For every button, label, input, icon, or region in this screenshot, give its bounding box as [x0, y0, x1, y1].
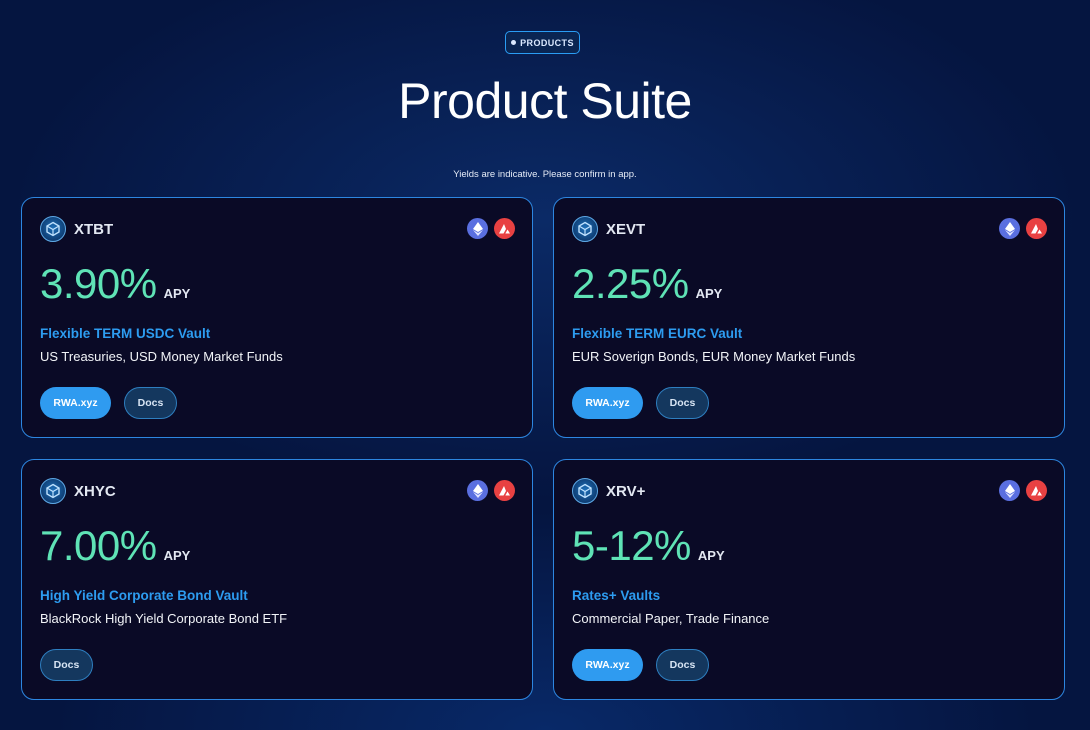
- rwa-xyz-button[interactable]: RWA.xyz: [40, 387, 111, 419]
- rwa-xyz-button[interactable]: RWA.xyz: [572, 649, 643, 681]
- apy-value: 5-12%: [572, 522, 691, 569]
- apy-row: 5-12% APY: [572, 522, 725, 570]
- chain-list: [999, 480, 1047, 501]
- apy-label: APY: [163, 548, 191, 563]
- ticker-label: XHYC: [74, 482, 116, 500]
- yield-disclaimer: Yields are indicative. Please confirm in…: [453, 169, 637, 180]
- ticker-label: XRV+: [606, 482, 646, 500]
- badge-dot-icon: [511, 40, 517, 45]
- card-header: XHYC: [40, 478, 116, 504]
- ticker-label: XEVT: [606, 220, 646, 238]
- products-badge: PRODUCTS: [505, 31, 580, 54]
- card-actions: RWA.xyz Docs: [572, 649, 709, 681]
- card-header: XTBT: [40, 216, 113, 242]
- ethereum-icon: [467, 480, 488, 501]
- badge-label: PRODUCTS: [520, 37, 574, 48]
- apy-value: 3.90%: [40, 260, 157, 307]
- docs-button[interactable]: Docs: [656, 649, 709, 681]
- apy-row: 3.90% APY: [40, 260, 190, 308]
- apy-label: APY: [695, 286, 723, 301]
- apy-value: 2.25%: [572, 260, 689, 307]
- card-header: XEVT: [572, 216, 645, 242]
- product-card-xtbt: XTBT 3.90% APY Flexible TERM USDC Vault …: [21, 197, 533, 438]
- vault-token-icon: [572, 216, 598, 242]
- avalanche-icon: [494, 218, 515, 239]
- vault-name: Flexible TERM EURC Vault: [572, 326, 743, 341]
- card-actions: Docs: [40, 649, 93, 681]
- rwa-xyz-button[interactable]: RWA.xyz: [572, 387, 643, 419]
- card-actions: RWA.xyz Docs: [572, 387, 709, 419]
- vault-description: Commercial Paper, Trade Finance: [572, 611, 770, 626]
- apy-row: 7.00% APY: [40, 522, 190, 570]
- product-card-xrv-plus: XRV+ 5-12% APY Rates+ Vaults Commercial …: [553, 459, 1065, 700]
- ethereum-icon: [467, 218, 488, 239]
- vault-description: BlackRock High Yield Corporate Bond ETF: [40, 611, 288, 626]
- card-actions: RWA.xyz Docs: [40, 387, 177, 419]
- vault-token-icon: [40, 478, 66, 504]
- card-header: XRV+: [572, 478, 645, 504]
- ticker-label: XTBT: [74, 220, 114, 238]
- docs-button[interactable]: Docs: [656, 387, 709, 419]
- chain-list: [467, 218, 515, 239]
- ethereum-icon: [999, 218, 1020, 239]
- apy-label: APY: [697, 548, 725, 563]
- avalanche-icon: [494, 480, 515, 501]
- vault-name: High Yield Corporate Bond Vault: [40, 588, 248, 603]
- apy-value: 7.00%: [40, 522, 157, 569]
- ethereum-icon: [999, 480, 1020, 501]
- apy-row: 2.25% APY: [572, 260, 722, 308]
- apy-label: APY: [163, 286, 191, 301]
- docs-button[interactable]: Docs: [124, 387, 177, 419]
- chain-list: [467, 480, 515, 501]
- vault-description: EUR Soverign Bonds, EUR Money Market Fun…: [572, 349, 856, 364]
- product-card-xevt: XEVT 2.25% APY Flexible TERM EURC Vault …: [553, 197, 1065, 438]
- vault-name: Rates+ Vaults: [572, 588, 661, 603]
- avalanche-icon: [1026, 480, 1047, 501]
- page-title: Product Suite: [398, 73, 692, 129]
- docs-button[interactable]: Docs: [40, 649, 93, 681]
- chain-list: [999, 218, 1047, 239]
- vault-token-icon: [572, 478, 598, 504]
- vault-description: US Treasuries, USD Money Market Funds: [40, 349, 283, 364]
- vault-token-icon: [40, 216, 66, 242]
- avalanche-icon: [1026, 218, 1047, 239]
- product-card-xhyc: XHYC 7.00% APY High Yield Corporate Bond…: [21, 459, 533, 700]
- vault-name: Flexible TERM USDC Vault: [40, 326, 211, 341]
